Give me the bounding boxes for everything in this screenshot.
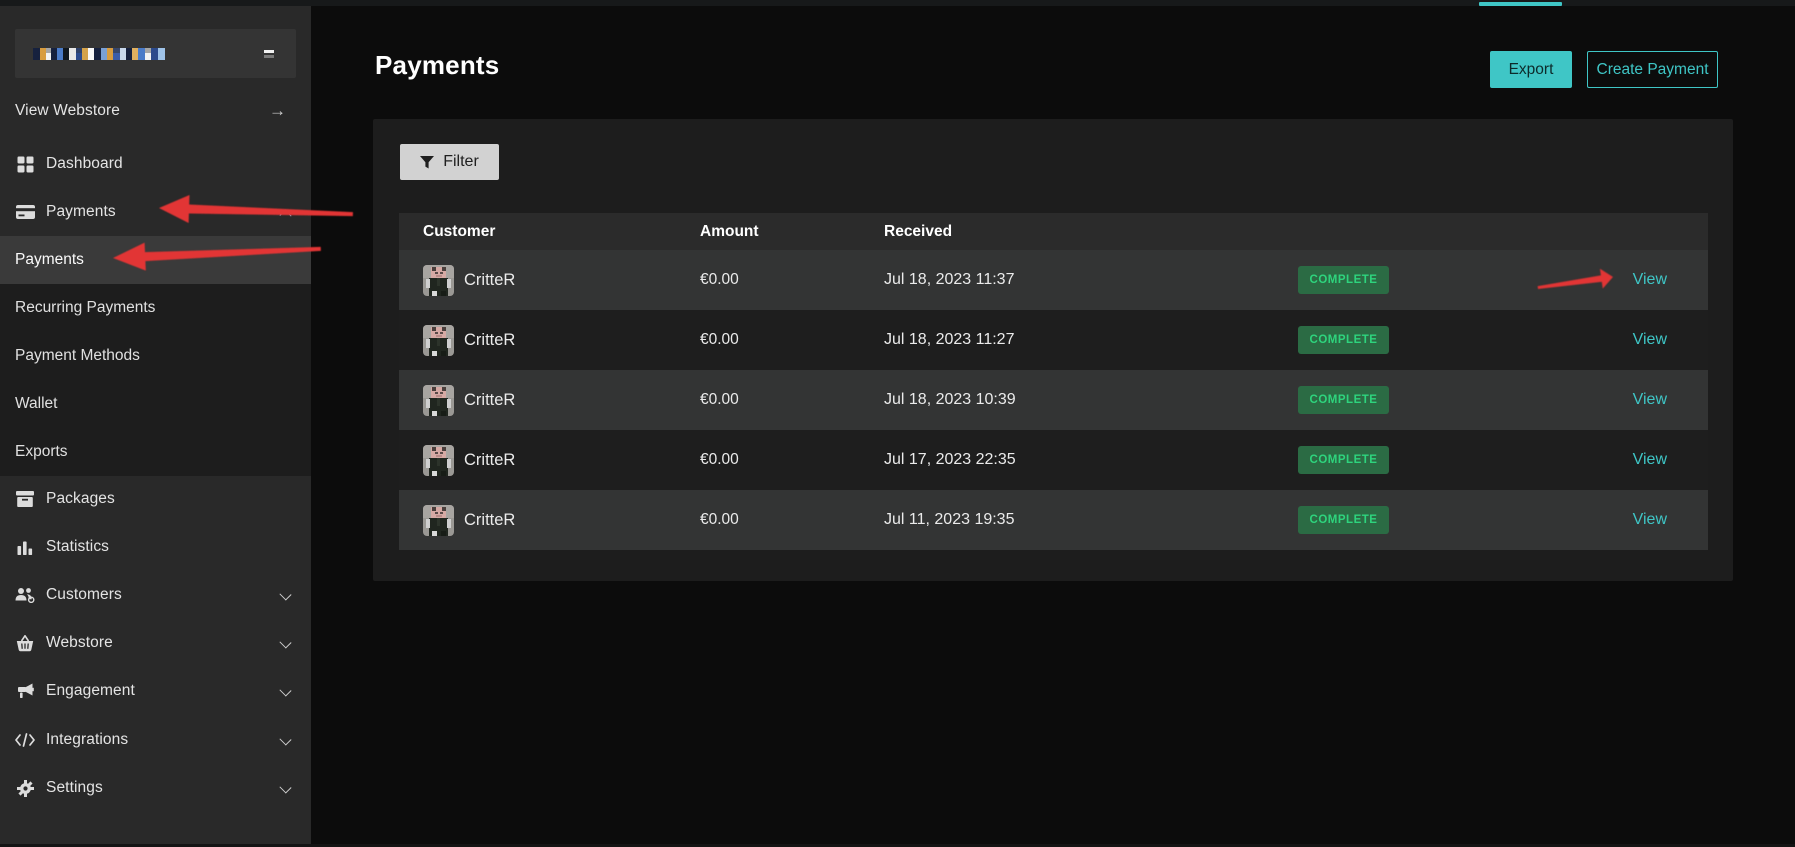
chevron-down-icon bbox=[279, 781, 291, 793]
chevron-down-icon bbox=[279, 733, 291, 745]
sidebar-item-packages[interactable]: Packages bbox=[0, 475, 311, 523]
table-row: CritteR €0.00 Jul 17, 2023 22:35 COMPLET… bbox=[399, 430, 1708, 490]
customer-name: CritteR bbox=[464, 430, 515, 490]
create-payment-button[interactable]: Create Payment bbox=[1587, 51, 1718, 88]
column-header-amount: Amount bbox=[700, 213, 759, 250]
statistics-label: Statistics bbox=[46, 538, 109, 556]
payments-table: Customer Amount Received CritteR €0.00 J… bbox=[399, 213, 1708, 550]
sidebar-item-engagement[interactable]: Engagement bbox=[0, 667, 311, 715]
browser-top-edge bbox=[0, 0, 1795, 6]
submenu-item-wallet[interactable]: Wallet bbox=[0, 380, 311, 428]
customer-name: CritteR bbox=[464, 490, 515, 550]
box-icon bbox=[15, 489, 35, 509]
main-content: Payments Export Create Payment Filter Cu… bbox=[311, 6, 1795, 847]
status-badge: COMPLETE bbox=[1298, 386, 1389, 414]
table-row: CritteR €0.00 Jul 18, 2023 11:37 COMPLET… bbox=[399, 250, 1708, 310]
avatar bbox=[423, 310, 454, 370]
status-badge: COMPLETE bbox=[1298, 446, 1389, 474]
submenu-item-exports[interactable]: Exports bbox=[0, 428, 311, 476]
payment-amount: €0.00 bbox=[700, 370, 739, 430]
avatar bbox=[423, 490, 454, 550]
basket-icon bbox=[15, 633, 35, 653]
sidebar-item-statistics[interactable]: Statistics bbox=[0, 523, 311, 571]
payments-label: Payments bbox=[46, 203, 116, 221]
logo-mark-icon bbox=[264, 50, 274, 59]
table-row: CritteR €0.00 Jul 18, 2023 11:27 COMPLET… bbox=[399, 310, 1708, 370]
chevron-up-icon bbox=[279, 209, 291, 221]
sidebar-item-view-webstore[interactable]: View Webstore → bbox=[0, 87, 311, 135]
sidebar-item-dashboard[interactable]: Dashboard bbox=[0, 140, 311, 188]
active-tab-indicator bbox=[1479, 2, 1562, 6]
megaphone-icon bbox=[15, 681, 35, 701]
webstore-label: Webstore bbox=[46, 634, 113, 652]
submenu-item-payments[interactable]: Payments bbox=[0, 236, 311, 284]
sidebar: View Webstore → Dashboard Payments Payme… bbox=[0, 0, 311, 847]
avatar bbox=[423, 370, 454, 430]
packages-label: Packages bbox=[46, 490, 115, 508]
payment-received: Jul 18, 2023 10:39 bbox=[884, 370, 1016, 430]
payments-submenu: Payments Recurring Payments Payment Meth… bbox=[0, 236, 311, 476]
filter-label: Filter bbox=[443, 153, 479, 171]
integrations-label: Integrations bbox=[46, 731, 128, 749]
store-logo-pixelated-text bbox=[33, 48, 165, 60]
settings-label: Settings bbox=[46, 779, 103, 797]
status-badge: COMPLETE bbox=[1298, 506, 1389, 534]
payments-card: Filter Customer Amount Received CritteR … bbox=[373, 119, 1733, 581]
sidebar-item-webstore[interactable]: Webstore bbox=[0, 619, 311, 667]
chevron-down-icon bbox=[279, 636, 291, 648]
view-link[interactable]: View bbox=[1633, 331, 1667, 349]
page-title: Payments bbox=[375, 50, 499, 81]
users-icon bbox=[15, 585, 35, 605]
payment-amount: €0.00 bbox=[700, 250, 739, 310]
chevron-down-icon bbox=[279, 684, 291, 696]
customer-name: CritteR bbox=[464, 250, 515, 310]
customer-name: CritteR bbox=[464, 370, 515, 430]
payment-amount: €0.00 bbox=[700, 430, 739, 490]
chevron-down-icon bbox=[279, 588, 291, 600]
payment-received: Jul 17, 2023 22:35 bbox=[884, 430, 1016, 490]
view-link[interactable]: View bbox=[1633, 511, 1667, 529]
avatar bbox=[423, 250, 454, 310]
customer-name: CritteR bbox=[464, 310, 515, 370]
sidebar-item-settings[interactable]: Settings bbox=[0, 764, 311, 812]
sidebar-item-customers[interactable]: Customers bbox=[0, 571, 311, 619]
payment-amount: €0.00 bbox=[700, 490, 739, 550]
code-icon bbox=[15, 730, 35, 750]
customers-label: Customers bbox=[46, 586, 122, 604]
funnel-icon bbox=[420, 156, 434, 169]
payment-received: Jul 18, 2023 11:27 bbox=[884, 310, 1014, 370]
dashboard-label: Dashboard bbox=[46, 155, 123, 173]
avatar bbox=[423, 430, 454, 490]
payment-amount: €0.00 bbox=[700, 310, 739, 370]
credit-card-icon bbox=[15, 202, 35, 222]
engagement-label: Engagement bbox=[46, 682, 135, 700]
payment-received: Jul 18, 2023 11:37 bbox=[884, 250, 1014, 310]
table-header: Customer Amount Received bbox=[399, 213, 1708, 250]
dashboard-icon bbox=[15, 154, 35, 174]
view-webstore-label: View Webstore bbox=[15, 102, 120, 120]
sidebar-item-payments[interactable]: Payments bbox=[0, 188, 311, 236]
bar-chart-icon bbox=[15, 537, 35, 557]
table-row: CritteR €0.00 Jul 11, 2023 19:35 COMPLET… bbox=[399, 490, 1708, 550]
gear-icon bbox=[15, 778, 35, 798]
column-header-customer: Customer bbox=[423, 213, 495, 250]
arrow-right-icon: → bbox=[269, 101, 286, 121]
column-header-received: Received bbox=[884, 213, 952, 250]
view-link[interactable]: View bbox=[1633, 451, 1667, 469]
view-link[interactable]: View bbox=[1633, 391, 1667, 409]
store-logo[interactable] bbox=[15, 29, 296, 78]
status-badge: COMPLETE bbox=[1298, 266, 1389, 294]
status-badge: COMPLETE bbox=[1298, 326, 1389, 354]
view-link[interactable]: View bbox=[1633, 271, 1667, 289]
filter-button[interactable]: Filter bbox=[400, 144, 499, 180]
sidebar-item-integrations[interactable]: Integrations bbox=[0, 716, 311, 764]
export-button[interactable]: Export bbox=[1490, 51, 1572, 88]
submenu-item-recurring-payments[interactable]: Recurring Payments bbox=[0, 284, 311, 332]
submenu-item-payment-methods[interactable]: Payment Methods bbox=[0, 332, 311, 380]
table-row: CritteR €0.00 Jul 18, 2023 10:39 COMPLET… bbox=[399, 370, 1708, 430]
payment-received: Jul 11, 2023 19:35 bbox=[884, 490, 1014, 550]
